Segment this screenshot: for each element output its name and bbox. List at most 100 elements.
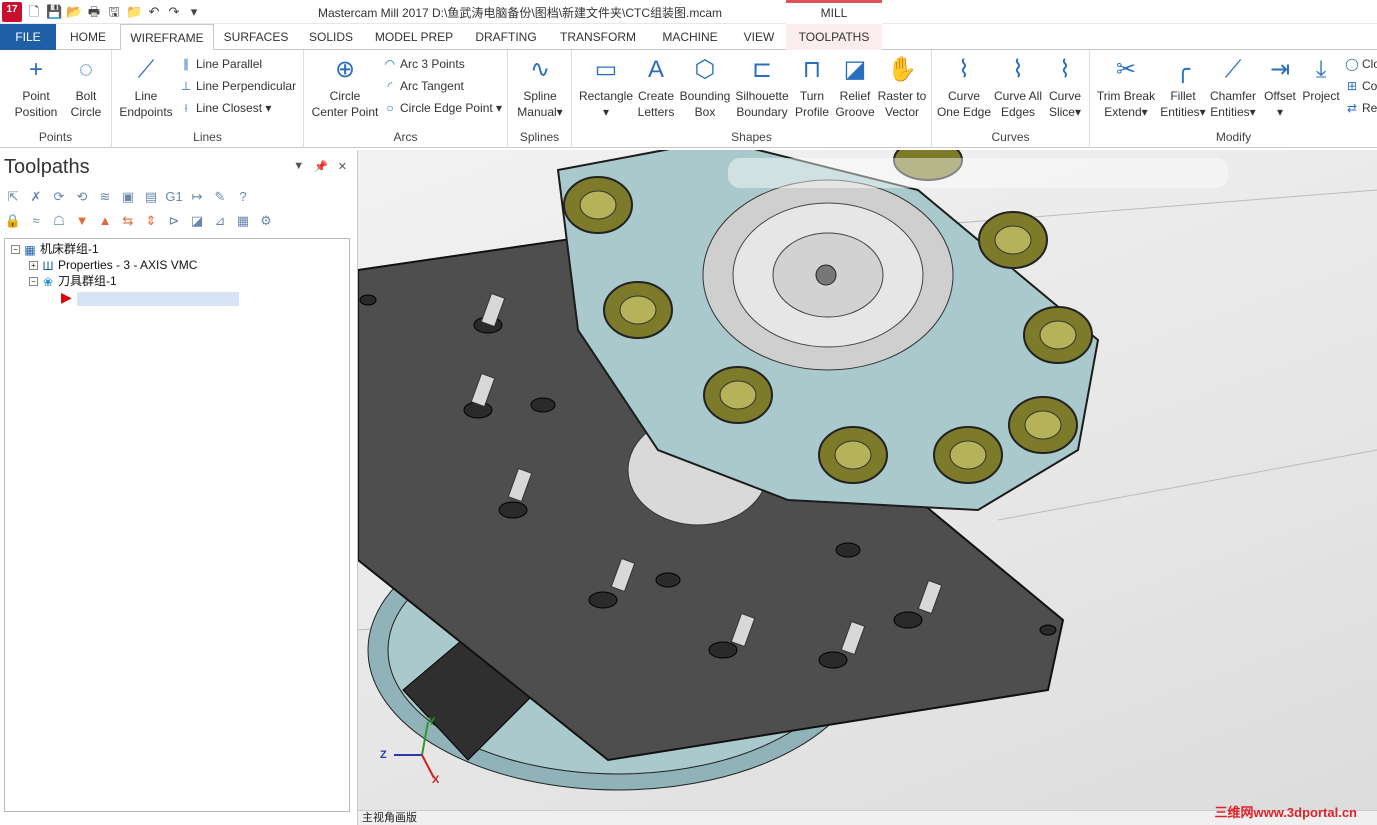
tool-manager-icon[interactable]: ✎ — [211, 188, 229, 206]
btn-label: Re — [1362, 101, 1377, 115]
reverse-button[interactable]: ⇄ Re — [1344, 98, 1377, 118]
btn-label: Chamfer — [1209, 89, 1256, 103]
post-icon[interactable]: G1 — [165, 188, 183, 206]
line-closest-button[interactable]: ⟊ Line Closest ▾ — [178, 98, 271, 118]
project-button[interactable]: ⤓ Project — [1300, 54, 1342, 104]
ghost-icon[interactable]: ☖ — [50, 212, 68, 230]
tab-drafting[interactable]: DRAFTING — [468, 24, 544, 50]
view-sheet-tab[interactable]: 主视角画版 — [362, 812, 417, 824]
relief-groove-button[interactable]: ◪ Relief Groove — [834, 54, 876, 120]
bolt-circle-icon: ◌ — [78, 56, 94, 83]
folder-icon[interactable]: 📁 — [126, 4, 142, 20]
undo-icon[interactable]: ↶ — [146, 4, 162, 20]
rectangle-button[interactable]: ▭ Rectangle ▾ — [576, 54, 636, 120]
model-render — [358, 150, 1377, 791]
bolt-circle-button[interactable]: ◌ Bolt Circle — [62, 54, 110, 120]
btn-label: Bounding — [679, 89, 731, 103]
customize-icon[interactable]: ▾ — [186, 4, 202, 20]
save-icon[interactable]: 💾 — [46, 4, 62, 20]
tree-node-machine-group[interactable]: − ▦ 机床群组-1 — [11, 241, 99, 257]
pin-icon[interactable]: 📌 — [314, 160, 328, 173]
toolpaths-panel: Toolpaths ▼ 📌 ✕ ⇱ ✗ ⟳ ⟲ ≋ ▣ ▤ G1 ↦ ✎? 🔒 ≈ ☖ ▼ ▲ … — [0, 150, 358, 825]
redo-icon[interactable]: ↷ — [166, 4, 182, 20]
print-icon[interactable]: 🖶 — [86, 4, 102, 20]
new-icon[interactable]: 🗋 — [26, 4, 42, 20]
tab-surfaces[interactable]: SURFACES — [218, 24, 294, 50]
curve-one-edge-button[interactable]: ⌇ Curve One Edge — [936, 54, 992, 120]
expand-icon[interactable]: + — [29, 261, 38, 271]
circle-center-point-button[interactable]: ⊕ Circle Center Point — [308, 54, 382, 120]
btn-label: Edges — [1000, 105, 1036, 119]
save-as-icon[interactable]: 🖫 — [106, 4, 122, 20]
tab-transform[interactable]: TRANSFORM — [552, 24, 644, 50]
graphics-viewport[interactable]: Y Z X — [358, 150, 1377, 810]
nc-file-icon[interactable]: ▦ — [234, 212, 252, 230]
tree-node-toolgroup[interactable]: − ❀ 刀具群组-1 — [29, 273, 117, 289]
curve-slice-button[interactable]: ⌇ Curve Slice▾ — [1044, 54, 1086, 120]
filter-icon[interactable]: ⊳ — [165, 212, 183, 230]
open-icon[interactable]: 📂 — [66, 4, 82, 20]
tab-solids[interactable]: SOLIDS — [300, 24, 362, 50]
trim-break-extend-button[interactable]: ✂ Trim Break Extend▾ — [1094, 54, 1158, 120]
trim-icon: ✂ — [1115, 56, 1137, 83]
verify-icon[interactable]: ▣ — [119, 188, 137, 206]
offset-button[interactable]: ⇥ Offset ▾ — [1260, 54, 1300, 120]
select-invalid-icon[interactable]: ✗ — [27, 188, 45, 206]
tool-list-icon[interactable]: ⊿ — [211, 212, 229, 230]
btn-label: Letters — [637, 105, 675, 119]
tab-model-prep[interactable]: MODEL PREP — [368, 24, 460, 50]
highfeed-icon[interactable]: ↦ — [188, 188, 206, 206]
tab-toolpaths[interactable]: TOOLPATHS — [786, 24, 882, 50]
bounding-box-button[interactable]: ⬡ Bounding Box — [678, 54, 732, 120]
turn-profile-button[interactable]: ⊓ Turn Profile — [792, 54, 832, 120]
group-modify: ✂ Trim Break Extend▾ ╭ Fillet Entities▾ ⟋ Cha… — [1090, 50, 1377, 148]
tree-label: Properties - 3 - AXIS VMC — [58, 258, 198, 272]
arc-tangent-button[interactable]: ◜ Arc Tangent — [382, 76, 464, 96]
app-logo[interactable]: 17 — [2, 2, 22, 22]
expand-icon[interactable]: ⇕ — [142, 212, 160, 230]
collapse-icon[interactable]: − — [11, 245, 20, 255]
point-position-button[interactable]: + Point Position — [6, 54, 66, 120]
group-splines: ∿ Spline Manual▾ Splines — [508, 50, 572, 148]
lock-icon[interactable]: 🔒 — [4, 212, 22, 230]
tab-machine[interactable]: MACHINE — [652, 24, 728, 50]
create-letters-button[interactable]: A Create Letters — [636, 54, 676, 120]
raster-to-vector-button[interactable]: ✋ Raster to Vector — [876, 54, 928, 120]
close-icon[interactable]: ✕ — [338, 160, 347, 173]
spline-manual-button[interactable]: ∿ Spline Manual▾ — [512, 54, 568, 120]
btn-label: Bolt — [75, 89, 97, 103]
insert-arrow-icon[interactable]: ⇆ — [119, 212, 137, 230]
line-perpendicular-button[interactable]: ⊥ Line Perpendicular — [178, 76, 296, 96]
tab-file[interactable]: FILE — [0, 24, 56, 50]
move-up-icon[interactable]: ▲ — [96, 212, 114, 230]
display-options-icon[interactable]: ◪ — [188, 212, 206, 230]
convert-button[interactable]: ⊞ Co — [1344, 76, 1377, 96]
dropdown-icon[interactable]: ▼ — [293, 160, 304, 173]
btn-label: Arc 3 Points — [400, 57, 465, 71]
toggle-display-icon[interactable]: ≈ — [27, 212, 45, 230]
circle-edge-point-button[interactable]: ○ Circle Edge Point ▾ — [382, 98, 502, 118]
tree-node-insert-arrow[interactable]: ▶ — [61, 289, 240, 306]
tree-node-properties[interactable]: + Ш Properties - 3 - AXIS VMC — [29, 257, 197, 273]
select-all-icon[interactable]: ⇱ — [4, 188, 22, 206]
settings-icon[interactable]: ⚙ — [257, 212, 275, 230]
regen-dirty-icon[interactable]: ⟲ — [73, 188, 91, 206]
regen-icon[interactable]: ⟳ — [50, 188, 68, 206]
tab-wireframe[interactable]: WIREFRAME — [120, 24, 214, 51]
chamfer-entities-button[interactable]: ⟋ Chamfer Entities▾ — [1208, 54, 1258, 120]
backplot-icon[interactable]: ≋ — [96, 188, 114, 206]
move-down-icon[interactable]: ▼ — [73, 212, 91, 230]
curve-all-edges-button[interactable]: ⌇ Curve All Edges — [992, 54, 1044, 120]
line-parallel-button[interactable]: ∥ Line Parallel — [178, 54, 262, 74]
context-group-label: MILL — [786, 0, 882, 24]
close-arc-button[interactable]: ◯ Clo — [1344, 54, 1377, 74]
collapse-icon[interactable]: − — [29, 277, 38, 287]
arc-3-points-button[interactable]: ◠ Arc 3 Points — [382, 54, 465, 74]
tab-home[interactable]: HOME — [56, 24, 120, 50]
line-endpoints-button[interactable]: ⟋ Line Endpoints — [116, 54, 176, 120]
simulate-icon[interactable]: ▤ — [142, 188, 160, 206]
tab-view[interactable]: VIEW — [736, 24, 782, 50]
silhouette-boundary-button[interactable]: ⊏ Silhouette Boundary — [734, 54, 790, 120]
help-icon[interactable]: ? — [234, 188, 252, 206]
fillet-entities-button[interactable]: ╭ Fillet Entities▾ — [1158, 54, 1208, 120]
